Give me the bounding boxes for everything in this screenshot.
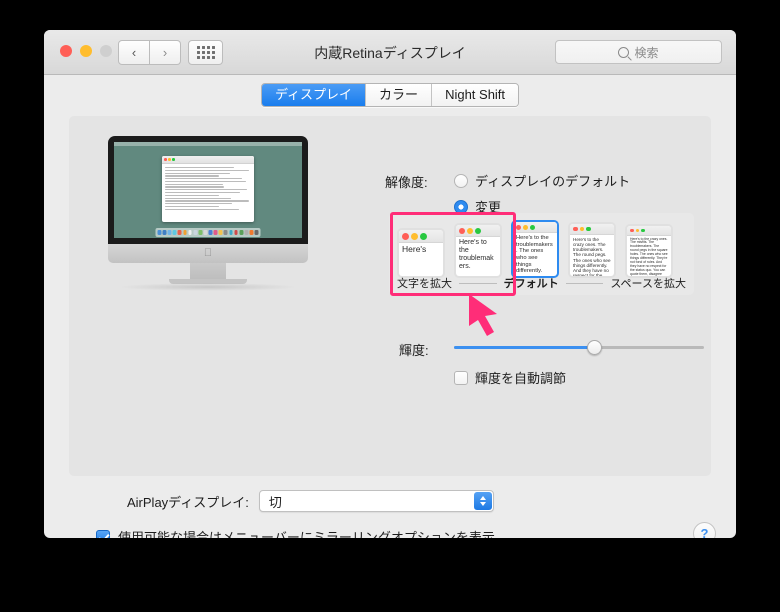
thumbnail-titlebar [570,224,614,235]
airplay-label: AirPlayディスプレイ: [127,494,249,510]
tab-2[interactable]: Night Shift [431,84,519,106]
tab-1[interactable]: カラー [365,84,432,106]
slider-fill [454,346,594,349]
imac-illustration:  [108,136,308,291]
thumbnail-window: Here's [399,230,443,276]
airplay-value: 切 [268,494,282,510]
document-text-lines [162,164,254,215]
mirroring-checkbox[interactable] [96,529,110,538]
radio-icon[interactable] [454,173,468,188]
tab-group: ディスプレイ カラー Night Shift [260,83,520,107]
scaling-tick-left [459,282,497,284]
scaling-thumbnail-3[interactable]: Here's to the crazy ones. The troublemak… [568,222,616,278]
search-input[interactable]: 検索 [555,40,722,64]
scaling-thumbnails: Here's Here's to the troublemakers. Here's… [397,220,673,278]
display-preferences-window: ‹ › 内蔵Retinaディスプレイ 検索 ディスプレイ カラー Night Shi… [44,30,736,538]
search-icon [618,46,630,58]
brightness-slider[interactable] [454,340,704,355]
imac-bezel [108,136,308,244]
scaling-thumbnail-1[interactable]: Here's to the troublemakers. [454,223,502,278]
thumbnail-titlebar [513,222,557,233]
window-titlebar: ‹ › 内蔵Retinaディスプレイ 検索 [44,30,736,75]
thumbnail-text: Here's to the crazy ones. The troublemak… [573,236,611,277]
scaling-thumbnail-2[interactable]: Here's to the troublemakers. The ones wh… [511,220,559,278]
brightness-group: 輝度: [399,340,704,358]
imac-screen [114,142,302,238]
scaling-thumbnail-4[interactable]: Here's to the crazy ones. The misfits. T… [625,224,673,278]
resolution-option-label: ディスプレイのデフォルト [475,174,631,189]
search-placeholder: 検索 [634,45,659,60]
scaling-labels: 文字を拡大 デフォルト スペースを拡大 [397,275,686,291]
tab-0[interactable]: ディスプレイ [261,84,366,106]
document-titlebar [162,156,254,164]
resolution-label: 解像度: [385,175,428,190]
mirroring-row[interactable]: 使用可能な場合はメニューバーにミラーリングオプションを表示 [96,527,495,538]
menu-bar [114,142,302,146]
scaling-label-default: デフォルト [503,278,559,290]
thumbnail-text: Here's to the troublemakers. The ones wh… [516,235,553,275]
chevron-updown-icon[interactable] [473,492,492,510]
auto-brightness-row[interactable]: 輝度を自動調節 [454,368,566,387]
thumbnail-text: Here's to the troublemakers. [459,239,494,271]
thumbnail-titlebar [627,226,671,236]
desktop-document-window [162,156,254,222]
apple-logo-icon:  [204,248,212,259]
brightness-label: 輝度: [399,343,429,358]
thumbnail-text: Here's [402,244,427,254]
thumbnail-text: Here's to the crazy ones. The misfits. T… [630,236,668,276]
mirroring-label: 使用可能な場合はメニューバーにミラーリングオプションを表示 [118,530,495,538]
thumbnail-titlebar [456,225,500,237]
display-settings-panel:  解像度: ディスプレイのデフォルト変更 Here'sHere's to th… [69,116,711,476]
thumbnail-window: Here's to the crazy ones. The troublemak… [570,224,614,276]
thumbnail-window: Here's to the crazy ones. The misfits. T… [627,226,671,276]
scaling-label-larger-text: 文字を拡大 [397,278,452,290]
radio-icon[interactable] [454,199,468,214]
scaling-tick-right [565,282,604,284]
slider-knob[interactable] [587,340,602,355]
scaling-label-more-space: スペースを拡大 [610,278,686,290]
resolution-option-0[interactable]: ディスプレイのデフォルト [454,171,630,190]
imac-shadow [118,283,298,291]
airplay-row: AirPlayディスプレイ: 切 [127,490,494,512]
thumbnail-window: Here's to the troublemakers. The ones wh… [513,222,557,276]
annotation-arrow-icon [469,294,497,336]
scaling-thumbnail-0[interactable]: Here's [397,228,445,278]
thumbnail-window: Here's to the troublemakers. [456,225,500,276]
auto-brightness-checkbox[interactable] [454,370,468,385]
imac-stand-neck [190,263,226,280]
airplay-popup-button[interactable]: 切 [258,490,494,512]
dock [155,228,261,237]
help-button[interactable]: ? [693,522,716,538]
tab-bar: ディスプレイ カラー Night Shift [44,83,736,107]
thumbnail-titlebar [399,230,443,243]
imac-chin:  [108,244,308,263]
scaling-selector: Here's Here's to the troublemakers. Here's… [389,213,694,295]
auto-brightness-label: 輝度を自動調節 [475,371,567,386]
